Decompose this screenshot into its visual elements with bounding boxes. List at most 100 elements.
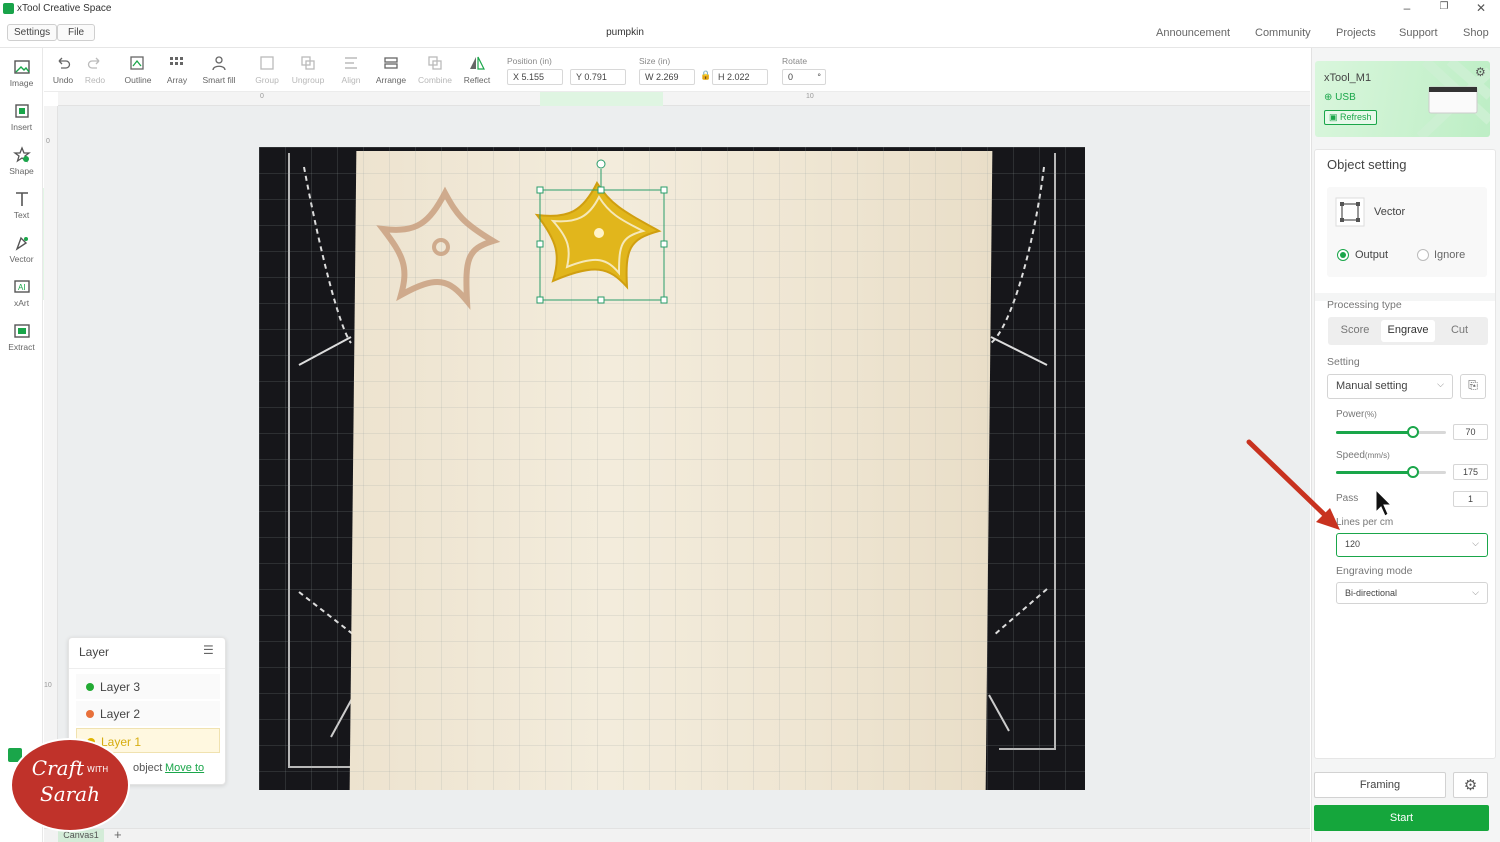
text-icon [15, 192, 28, 206]
canvas-tab-bar: Canvas1 + [44, 827, 1310, 842]
device-settings-icon[interactable]: ⚙ [1475, 65, 1486, 79]
tool-extract[interactable]: Extract [0, 322, 43, 352]
array-button[interactable]: Array [164, 54, 190, 85]
ignore-radio[interactable] [1417, 249, 1429, 261]
framing-button[interactable]: Framing [1314, 772, 1446, 798]
reflect-button[interactable]: Reflect [462, 54, 492, 85]
tool-insert-label: Insert [10, 122, 33, 132]
layer-menu-icon[interactable]: ☰ [203, 643, 214, 657]
output-radio[interactable] [1337, 249, 1349, 261]
object-info-card: Vector Output Ignore [1327, 187, 1487, 277]
lock-ratio-icon[interactable]: 🔒 [700, 70, 711, 81]
device-name: xTool_M1 [1324, 72, 1372, 84]
processing-cut[interactable]: Cut [1436, 319, 1483, 343]
tool-text[interactable]: Text [0, 190, 43, 220]
refresh-icon: ▣ [1329, 112, 1338, 122]
combine-icon [428, 56, 442, 70]
engraving-mode-value: Bi-directional [1345, 588, 1398, 598]
designs-layer [376, 159, 668, 310]
title-bar: xTool Creative Space – ❐ ✕ [0, 0, 1500, 18]
mouse-cursor-icon [1375, 488, 1393, 517]
rotate-value: 0 [788, 72, 794, 82]
ignore-label: Ignore [1434, 249, 1466, 261]
layer-item-3[interactable]: Layer 3 [76, 674, 220, 699]
tool-image[interactable]: Image [0, 58, 43, 88]
smart-fill-button[interactable]: Smart fill [200, 54, 238, 85]
layer-item-2[interactable]: Layer 2 [76, 701, 220, 726]
outline-button[interactable]: Outline [122, 54, 154, 85]
processing-engrave[interactable]: Engrave [1381, 320, 1435, 342]
position-x-field[interactable]: X 5.155 [507, 69, 563, 85]
nav-support[interactable]: Support [1399, 27, 1438, 39]
rotate-handle [596, 159, 606, 169]
add-canvas-button[interactable]: + [114, 827, 122, 842]
restore-icon[interactable]: ❐ [1434, 1, 1454, 12]
layer-name: Layer 1 [101, 735, 142, 749]
size-label: Size (in) [639, 56, 671, 66]
setting-select[interactable]: Manual setting ⌵ [1327, 374, 1453, 399]
minimize-icon[interactable]: – [1397, 1, 1417, 15]
camera-preview[interactable] [259, 147, 1085, 790]
file-button[interactable]: File [57, 24, 96, 41]
undo-button[interactable]: Undo [51, 54, 75, 85]
engraving-mode-select[interactable]: Bi-directional ⌵ [1336, 582, 1488, 604]
ungroup-button[interactable]: Ungroup [290, 54, 326, 85]
shape-icon [12, 146, 31, 163]
size-w-field[interactable]: W 2.269 [639, 69, 695, 85]
red-arrow-icon [1246, 439, 1333, 523]
engraving-mode-label: Engraving mode [1336, 565, 1413, 577]
move-to-link[interactable]: Move to [165, 762, 204, 774]
tool-xart[interactable]: AI xArt [0, 278, 43, 308]
position-y-field[interactable]: Y 0.791 [570, 69, 626, 85]
undo-label: Undo [52, 75, 74, 85]
group-button[interactable]: Group [254, 54, 280, 85]
size-h-field[interactable]: H 2.022 [712, 69, 768, 85]
tool-insert[interactable]: Insert [0, 102, 43, 132]
redo-button[interactable]: Redo [83, 54, 107, 85]
close-icon[interactable]: ✕ [1471, 1, 1491, 15]
gear-icon[interactable]: ⚙ [1453, 772, 1488, 798]
outline-label: Outline [124, 75, 152, 85]
top-ruler: 0 10 [58, 92, 1310, 106]
combine-button[interactable]: Combine [416, 54, 454, 85]
engraved-flower [376, 186, 501, 310]
ungroup-icon [301, 56, 315, 70]
refresh-button[interactable]: ▣ Refresh [1324, 110, 1377, 125]
rotate-label: Rotate [782, 56, 808, 66]
nav-shop[interactable]: Shop [1463, 27, 1489, 39]
image-icon [13, 60, 30, 74]
device-card: ⚙ xTool_M1 ⊕ USB ▣ Refresh [1315, 61, 1490, 137]
nav-projects[interactable]: Projects [1336, 27, 1376, 39]
layer-name: Layer 2 [100, 707, 141, 721]
tool-vector[interactable]: Vector [0, 234, 43, 264]
rotate-field[interactable]: 0 ° [782, 69, 826, 85]
align-label: Align [341, 75, 361, 85]
nav-announcement[interactable]: Announcement [1156, 27, 1230, 39]
redo-icon [87, 57, 100, 69]
logo-line-2: Sarah [40, 781, 100, 806]
left-toolbar: Image Insert Shape Text Vector AI xArt E… [0, 48, 57, 842]
layer-color-dot [86, 683, 94, 691]
arrange-button[interactable]: Arrange [374, 54, 408, 85]
ruler-left-tick: 10 [44, 682, 52, 689]
tool-shape[interactable]: Shape [0, 146, 43, 176]
align-button[interactable]: Align [339, 54, 363, 85]
logo-line-1: Craft [31, 756, 85, 780]
nav-community[interactable]: Community [1255, 27, 1311, 39]
menu-bar: Settings File pumpkin Announcement Commu… [0, 18, 1500, 48]
save-setting-icon[interactable]: ⎘ [1460, 374, 1486, 399]
group-label: Group [255, 75, 279, 85]
edit-toolbar: Undo Redo Outline Array Smart fill Group… [44, 48, 1310, 92]
ruler-selection-highlight [540, 92, 663, 106]
usb-label: USB [1335, 92, 1356, 103]
power-label: Power(%) [1336, 409, 1377, 420]
ungroup-label: Ungroup [291, 75, 325, 85]
settings-button[interactable]: Settings [7, 24, 58, 41]
processing-score[interactable]: Score [1330, 319, 1380, 343]
layer-panel-title: Layer [79, 645, 110, 659]
power-label-text: Power [1336, 409, 1365, 420]
layer-divider [69, 668, 225, 669]
svg-text:AI: AI [18, 283, 26, 292]
ruler-top-tick: 10 [806, 93, 814, 100]
start-button[interactable]: Start [1314, 805, 1489, 831]
